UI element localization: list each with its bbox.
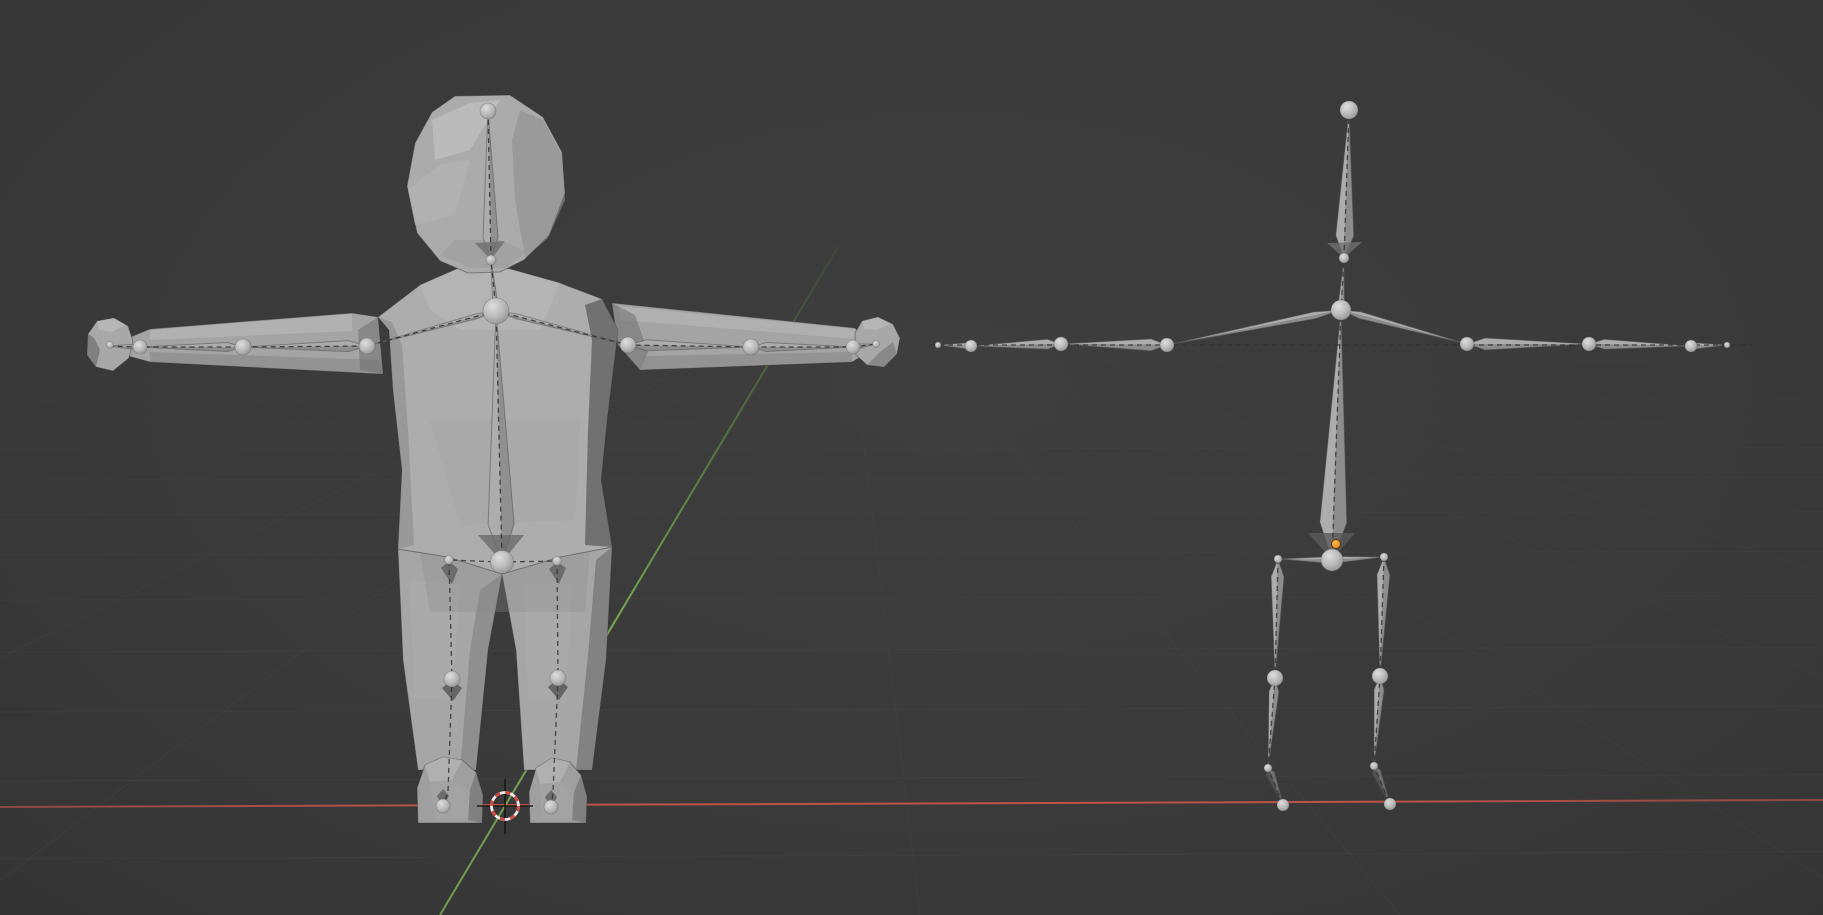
wrist-left-joint: [965, 340, 977, 352]
toe-right-joint: [544, 800, 558, 814]
shoulder-right-joint: [1460, 337, 1474, 351]
grid-radial-line: [1105, 332, 1823, 915]
thigh-right-bone: [1377, 557, 1390, 676]
grid-horizontal-line: [0, 477, 1823, 480]
chest-joint: [1331, 300, 1351, 320]
armature-skeleton-object[interactable]: [930, 101, 1755, 811]
object-origin-dot: [1332, 540, 1341, 549]
elbow-left-joint: [235, 339, 251, 355]
upperarm-left-bone-light-face: [1061, 339, 1167, 345]
grid-horizontal-line: [0, 551, 1823, 555]
elbow-left-joint: [1054, 337, 1068, 351]
chest-joint: [483, 298, 509, 324]
hand-tip-left-joint: [935, 342, 941, 348]
upperarm-right-bone: [1467, 338, 1589, 350]
viewport-scene: [0, 0, 1823, 915]
neck-joint: [486, 255, 496, 265]
grid-horizontal-line: [0, 422, 1823, 424]
forearm-right-bone: [1589, 339, 1691, 349]
knee-right-joint: [550, 670, 566, 686]
head-top-joint: [480, 103, 496, 119]
thigh-left-bone: [1271, 559, 1284, 678]
knee-left-joint: [1267, 670, 1283, 686]
neck-joint: [1339, 253, 1349, 263]
grid-horizontal-line: [0, 775, 1823, 781]
toe-left-joint: [1277, 799, 1289, 811]
wrist-right-joint: [846, 340, 860, 354]
grid-horizontal-line: [0, 596, 1823, 600]
shoulder-left-joint: [359, 338, 375, 354]
grid-horizontal-line: [0, 512, 1823, 515]
wrist-left-joint: [133, 340, 147, 354]
shin-left-bone: [1268, 678, 1279, 768]
floor-grid: [0, 332, 1823, 915]
hip-left-joint: [445, 556, 454, 565]
clavicle-left-bone: [1167, 310, 1341, 345]
shin-right-bone: [1374, 676, 1384, 766]
head-top-joint: [1340, 101, 1358, 119]
ankle-left-joint: [1264, 764, 1272, 772]
grid-horizontal-line: [0, 647, 1823, 652]
wrist-right-joint: [1685, 340, 1697, 352]
toe-left-joint: [436, 799, 450, 813]
grid-horizontal-line: [0, 852, 1823, 859]
elbow-right-joint: [1582, 337, 1596, 351]
hip-left-joint: [1274, 555, 1282, 563]
hand-tip-right-joint: [873, 341, 880, 348]
hand-tip-left-joint: [107, 342, 114, 349]
grid-horizontal-line: [0, 448, 1823, 450]
hand-tip-right-joint: [1724, 342, 1730, 348]
grid-radial-line: [1041, 332, 1823, 915]
head-bone: [1336, 110, 1354, 258]
grid-horizontal-line: [0, 379, 1823, 381]
knee-left-joint: [444, 671, 460, 687]
grid-radial-line: [851, 332, 920, 915]
cursor-3d[interactable]: [477, 779, 533, 834]
hip-right-joint: [1380, 553, 1388, 561]
grid-radial-line: [914, 332, 1400, 915]
grid-radial-line: [978, 332, 1823, 915]
pelvis-joint: [491, 551, 514, 574]
clavicle-right-bone-shade-face: [1341, 310, 1467, 344]
toe-right-joint: [1384, 798, 1396, 810]
clavicle-right-bone: [1341, 310, 1467, 344]
pelvis-joint: [1321, 549, 1343, 571]
shoulder-right-joint: [620, 337, 636, 353]
shoulder-left-joint: [1160, 338, 1174, 352]
elbow-right-joint: [743, 339, 759, 355]
knee-right-joint: [1372, 668, 1388, 684]
hip-right-joint: [553, 557, 562, 566]
blender-3d-viewport[interactable]: [0, 0, 1823, 915]
character-with-armature-object[interactable]: [87, 95, 900, 823]
ankle-right-joint: [1370, 762, 1378, 770]
x-axis-line: [0, 800, 1823, 807]
foot-left-bone: [1266, 768, 1283, 804]
grid-horizontal-line: [0, 706, 1823, 712]
grid-horizontal-line: [0, 399, 1823, 401]
